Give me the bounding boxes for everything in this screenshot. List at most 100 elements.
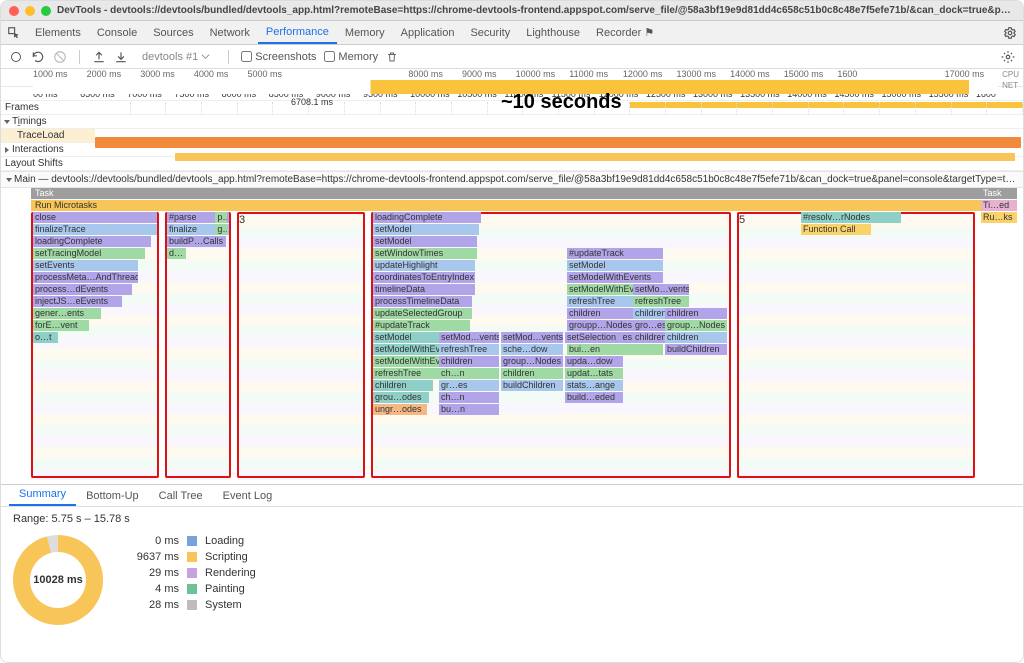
close-icon[interactable] xyxy=(9,6,19,16)
reload-icon[interactable] xyxy=(31,50,45,64)
record-button[interactable] xyxy=(9,50,23,64)
flame-bar[interactable]: children xyxy=(665,332,727,343)
tab-application[interactable]: Application xyxy=(393,23,463,43)
flame-bar[interactable]: updat…tats xyxy=(565,368,623,379)
tab-lighthouse[interactable]: Lighthouse xyxy=(518,23,588,43)
flame-bar[interactable]: ch…n xyxy=(439,392,499,403)
tab-network[interactable]: Network xyxy=(202,23,258,43)
flame-bar[interactable]: children xyxy=(373,380,433,391)
flame-bar[interactable]: setModelWithEvents xyxy=(567,272,663,283)
flame-bar[interactable]: ch…n xyxy=(439,368,499,379)
flame-bar[interactable]: setMo…vents xyxy=(633,284,689,295)
capture-settings-icon[interactable] xyxy=(1001,50,1015,64)
flame-bar[interactable]: Ru…ks xyxy=(981,212,1017,223)
flame-bar[interactable]: upda…dow xyxy=(565,356,623,367)
flame-bar[interactable]: children xyxy=(501,368,563,379)
flame-chart[interactable]: Task Run Microtasks Task Ti…ed Ru…ks 1 2… xyxy=(1,188,1023,484)
flame-microtasks-bar[interactable]: Run Microtasks xyxy=(31,200,1015,211)
trash-icon[interactable] xyxy=(386,51,398,63)
memory-checkbox[interactable]: Memory xyxy=(324,51,378,63)
flame-bar[interactable]: processTimelineData xyxy=(373,296,472,307)
flame-bar[interactable]: d… xyxy=(167,248,186,259)
flame-bar[interactable]: timelineData xyxy=(373,284,475,295)
inspect-icon[interactable] xyxy=(7,26,21,40)
flame-bar[interactable]: buildChildren xyxy=(501,380,563,391)
track-main-header[interactable]: Main — devtools://devtools/bundled/devto… xyxy=(1,171,1023,188)
flame-bar[interactable]: forE…vent xyxy=(33,320,89,331)
flame-bar[interactable]: group…Nodes xyxy=(501,356,563,367)
frame-cell xyxy=(702,102,738,114)
annotation-box-3: 3 xyxy=(237,212,365,478)
tab-recorder[interactable]: Recorder ⚑ xyxy=(588,22,662,43)
flame-bar[interactable]: buildChildren xyxy=(665,344,727,355)
flame-bar[interactable]: gr…es xyxy=(439,380,499,391)
flame-bar[interactable]: #updateTrack xyxy=(567,248,663,259)
devtools-window: DevTools - devtools://devtools/bundled/d… xyxy=(0,0,1024,663)
flame-bar[interactable]: group…Nodes xyxy=(665,320,727,331)
flame-bar[interactable]: setTracingModel xyxy=(33,248,145,259)
recording-select[interactable]: devtools #1 xyxy=(136,51,216,63)
flame-bar[interactable]: setEvents xyxy=(33,260,138,271)
flame-bar[interactable]: setModel xyxy=(373,224,479,235)
tab-performance[interactable]: Performance xyxy=(258,22,337,44)
clear-icon[interactable] xyxy=(53,50,67,64)
minimize-icon[interactable] xyxy=(25,6,35,16)
flame-bar[interactable]: build…eded xyxy=(565,392,623,403)
tab-console[interactable]: Console xyxy=(89,23,145,43)
flame-bar[interactable]: finalizeTrace xyxy=(33,224,157,235)
flame-bar[interactable]: loadingComplete xyxy=(33,236,151,247)
flame-bar[interactable]: coordinatesToEntryIndex xyxy=(373,272,475,283)
flame-bar[interactable]: processMeta…AndThreads xyxy=(33,272,138,283)
track-timings[interactable]: Ti̱mings xyxy=(1,115,1023,129)
flame-bar[interactable]: updateSelectedGroup xyxy=(373,308,472,319)
flame-bar[interactable]: setModel xyxy=(373,236,477,247)
flame-bar[interactable]: setWindowTimes xyxy=(373,248,477,259)
zoom-icon[interactable] xyxy=(41,6,51,16)
download-icon[interactable] xyxy=(114,50,128,64)
flame-bar[interactable]: g… xyxy=(215,224,226,235)
flame-bar[interactable]: bu…n xyxy=(439,404,499,415)
settings-icon[interactable] xyxy=(1003,26,1017,40)
flame-bar[interactable]: sche…dow xyxy=(501,344,563,355)
flame-bar[interactable]: children xyxy=(439,356,499,367)
flame-bar[interactable]: stats…ange xyxy=(565,380,623,391)
flame-task-bar[interactable]: Task xyxy=(31,188,1015,199)
flame-bar[interactable]: loadingComplete xyxy=(373,212,481,223)
tab-security[interactable]: Security xyxy=(462,23,518,43)
tab-memory[interactable]: Memory xyxy=(337,23,393,43)
btab-summary[interactable]: Summary xyxy=(9,484,76,506)
flame-bar[interactable]: grou…odes xyxy=(373,392,429,403)
flame-bar[interactable]: setMod…vents xyxy=(439,332,499,343)
btab-bottom-up[interactable]: Bottom-Up xyxy=(76,486,149,506)
flame-bar[interactable]: #updateTrack xyxy=(373,320,470,331)
flame-bar[interactable]: children xyxy=(665,308,727,319)
flame-bar[interactable]: Ti…ed xyxy=(981,200,1017,211)
upload-icon[interactable] xyxy=(92,50,106,64)
tab-sources[interactable]: Sources xyxy=(145,23,201,43)
flame-bar[interactable]: injectJS…eEvents xyxy=(33,296,122,307)
flame-bar[interactable]: o…t xyxy=(33,332,58,343)
btab-event-log[interactable]: Event Log xyxy=(213,486,283,506)
flame-bar[interactable]: setSelection xyxy=(565,332,623,343)
flame-bar[interactable]: close xyxy=(33,212,157,223)
flame-bar[interactable]: Function Call xyxy=(801,224,871,235)
flame-task-right[interactable]: Task xyxy=(981,188,1017,199)
flame-bar[interactable]: refreshTree xyxy=(439,344,499,355)
flame-bar[interactable]: refreshTree xyxy=(633,296,689,307)
tab-elements[interactable]: Elements xyxy=(27,23,89,43)
flame-bar[interactable]: ungr…odes xyxy=(373,404,427,415)
flame-bar[interactable]: buildP…Calls xyxy=(167,236,226,247)
btab-call-tree[interactable]: Call Tree xyxy=(149,486,213,506)
screenshots-checkbox[interactable]: Screenshots xyxy=(241,51,316,63)
range-text: Range: 5.75 s – 15.78 s xyxy=(1,507,1023,531)
flame-bar[interactable]: bui…en xyxy=(567,344,663,355)
recording-select-label: devtools #1 xyxy=(142,51,198,63)
flame-bar[interactable]: p… xyxy=(215,212,226,223)
flame-bar[interactable]: updateHighlight xyxy=(373,260,475,271)
flame-bar[interactable]: setMod…vents xyxy=(501,332,563,343)
flame-bar[interactable]: process…dEvents xyxy=(33,284,132,295)
flame-bar[interactable]: gener…ents xyxy=(33,308,101,319)
flame-bar[interactable]: setModel xyxy=(567,260,663,271)
flame-bar[interactable]: #resolv…rNodes xyxy=(801,212,901,223)
overview-minimap[interactable]: 1000 ms2000 ms3000 ms4000 ms5000 ms8000 … xyxy=(1,69,1023,87)
